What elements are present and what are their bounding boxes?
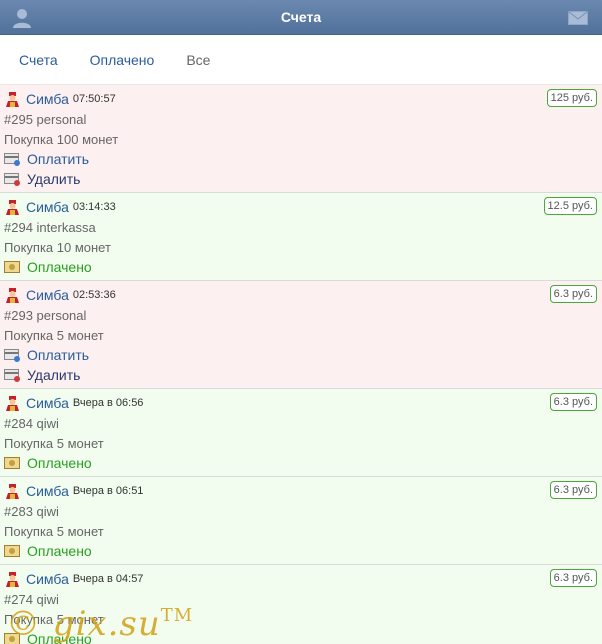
amount-badge: 6.3 руб.	[549, 481, 597, 499]
user-icon[interactable]	[11, 7, 33, 29]
invoice-list: Симба 07:50:57 #295 personal Покупка 100…	[0, 85, 602, 644]
tab-paid[interactable]: Оплачено	[90, 52, 155, 68]
paid-status: Оплачено	[27, 543, 92, 559]
pay-card-icon	[4, 152, 20, 166]
pay-action[interactable]: Оплатить	[4, 149, 598, 169]
invoice-user-link[interactable]: Симба	[26, 483, 69, 499]
invoice-number: #283 qiwi	[4, 503, 59, 519]
envelope-icon[interactable]	[568, 11, 588, 25]
delete-card-icon	[4, 172, 20, 186]
amount-badge: 6.3 руб.	[549, 569, 597, 587]
invoice-user-link[interactable]: Симба	[26, 199, 69, 215]
paid-money-icon	[4, 456, 20, 469]
invoice-user-link[interactable]: Симба	[26, 571, 69, 587]
invoice-description: Покупка 10 монет	[4, 239, 111, 255]
invoice-number: #293 personal	[4, 307, 87, 323]
invoice-time: Вчера в 06:56	[72, 397, 144, 409]
paid-status: Оплачено	[27, 259, 92, 275]
user-avatar-icon	[6, 395, 19, 411]
delete-card-icon	[4, 368, 20, 382]
pay-action[interactable]: Оплатить	[4, 345, 598, 365]
invoice-description: Покупка 5 монет	[4, 435, 104, 451]
invoice-time: Вчера в 06:51	[72, 485, 144, 497]
paid-money-icon	[4, 544, 20, 557]
delete-action[interactable]: Удалить	[4, 169, 598, 189]
delete-button[interactable]: Удалить	[27, 367, 80, 383]
paid-money-icon	[4, 260, 20, 273]
invoice-description: Покупка 5 монет	[4, 523, 104, 539]
amount-badge: 6.3 руб.	[549, 285, 597, 303]
delete-button[interactable]: Удалить	[27, 171, 80, 187]
invoice-time: 03:14:33	[72, 201, 116, 213]
invoice-item: Симба Вчера в 06:56 #284 qiwi Покупка 5 …	[0, 389, 602, 477]
invoice-time: Вчера в 04:57	[72, 573, 144, 585]
app-header: Счета	[0, 0, 602, 35]
invoice-time: 07:50:57	[72, 93, 116, 105]
pay-button[interactable]: Оплатить	[27, 347, 89, 363]
pay-card-icon	[4, 348, 20, 362]
invoice-number: #294 interkassa	[4, 219, 96, 235]
invoice-user-link[interactable]: Симба	[26, 91, 69, 107]
delete-action[interactable]: Удалить	[4, 365, 598, 385]
invoice-description: Покупка 100 монет	[4, 131, 119, 147]
tab-all[interactable]: Все	[186, 52, 210, 68]
amount-badge: 12.5 руб.	[543, 197, 597, 215]
invoice-number: #284 qiwi	[4, 415, 59, 431]
invoice-item: Симба 03:14:33 #294 interkassa Покупка 1…	[0, 193, 602, 281]
invoice-user-link[interactable]: Симба	[26, 287, 69, 303]
amount-badge: 6.3 руб.	[549, 393, 597, 411]
tab-invoices[interactable]: Счета	[19, 52, 58, 68]
invoice-description: Покупка 5 монет	[4, 327, 104, 343]
page-title: Счета	[280, 9, 322, 25]
tab-bar: Счета Оплачено Все	[0, 35, 602, 85]
amount-badge: 125 руб.	[546, 89, 597, 107]
invoice-item: Симба 07:50:57 #295 personal Покупка 100…	[0, 85, 602, 193]
pay-button[interactable]: Оплатить	[27, 151, 89, 167]
invoice-user-link[interactable]: Симба	[26, 395, 69, 411]
paid-status: Оплачено	[27, 455, 92, 471]
invoice-number: #295 personal	[4, 111, 87, 127]
user-avatar-icon	[6, 91, 19, 107]
user-avatar-icon	[6, 483, 19, 499]
user-avatar-icon	[6, 571, 19, 587]
user-avatar-icon	[6, 199, 19, 215]
invoice-item: Симба Вчера в 06:51 #283 qiwi Покупка 5 …	[0, 477, 602, 565]
watermark: © gix.suTM	[6, 604, 194, 644]
user-avatar-icon	[6, 287, 19, 303]
invoice-time: 02:53:36	[72, 289, 116, 301]
invoice-item: Симба 02:53:36 #293 personal Покупка 5 м…	[0, 281, 602, 389]
